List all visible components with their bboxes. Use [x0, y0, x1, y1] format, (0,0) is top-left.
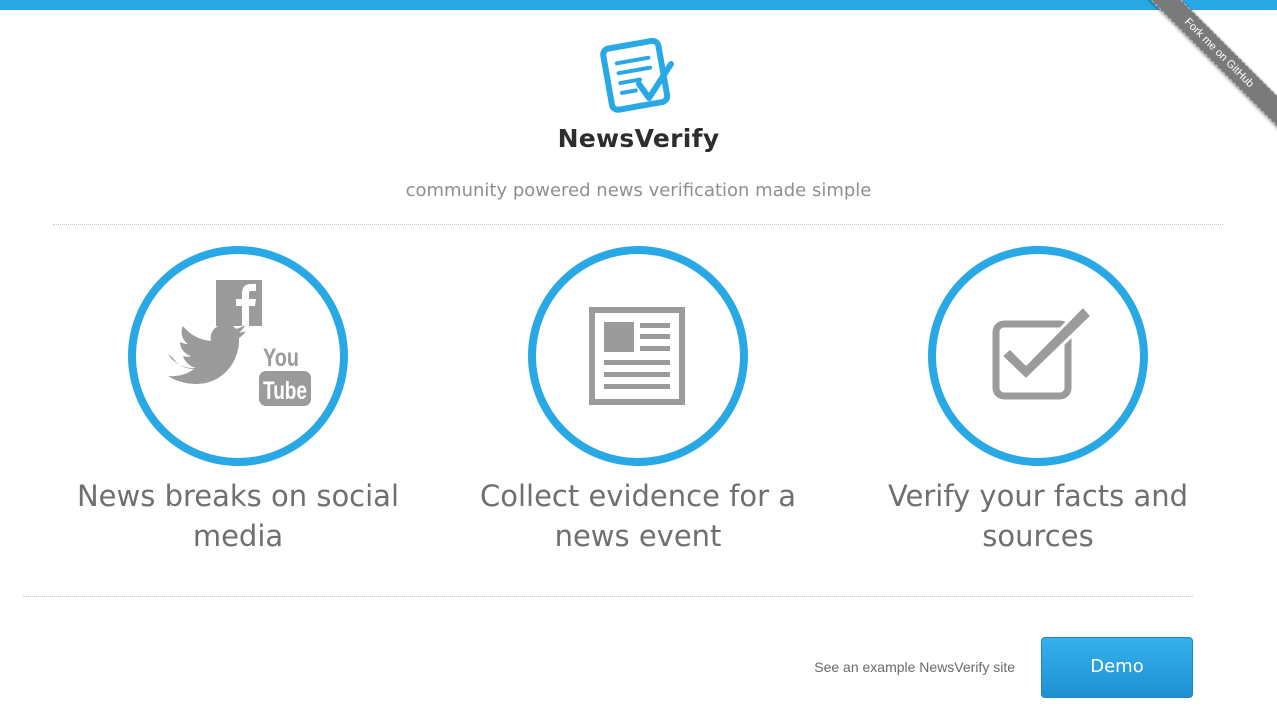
feature-caption-line: news event: [554, 519, 722, 553]
feature-caption: Collect evidence for a news event: [438, 476, 838, 556]
fork-me-on-github-ribbon[interactable]: Fork me on GitHub: [1140, 0, 1277, 132]
divider: [53, 224, 1223, 225]
facebook-icon: [216, 280, 262, 326]
feature-caption: Verify your facts and sources: [838, 476, 1238, 556]
feature-circle: [528, 246, 748, 466]
demo-button[interactable]: Demo: [1041, 637, 1193, 698]
twitter-icon: [168, 324, 246, 384]
youtube-icon-text-bottom: Tube: [263, 377, 307, 405]
newsverify-logo-icon: [600, 37, 674, 113]
youtube-icon: You Tube: [259, 344, 311, 406]
feature-collect-evidence: Collect evidence for a news event: [438, 246, 838, 556]
feature-caption-line: News breaks on social: [76, 479, 400, 513]
feature-caption: News breaks on social media: [38, 476, 438, 556]
feature-caption-line: Collect evidence for a: [479, 479, 797, 513]
checkbox-icon: [992, 304, 1094, 400]
demo-description: See an example NewsVerify site: [814, 659, 1015, 675]
social-icons-group: You Tube: [168, 280, 311, 406]
feature-circle: You Tube: [128, 246, 348, 466]
feature-caption-line: sources: [982, 519, 1094, 553]
tagline: community powered news verification made…: [405, 180, 872, 201]
brand-title: NewsVerify: [557, 124, 720, 153]
feature-circle: [928, 246, 1148, 466]
feature-verify: Verify your facts and sources: [838, 246, 1238, 556]
feature-caption-line: Verify your facts and: [887, 479, 1189, 513]
youtube-icon-text-top: You: [263, 344, 299, 372]
feature-caption-line: media: [192, 519, 284, 553]
divider: [23, 596, 1193, 597]
feature-social-media: You Tube News breaks on social media: [38, 246, 438, 556]
top-accent-bar: [0, 0, 1277, 10]
newspaper-icon: [589, 307, 685, 405]
